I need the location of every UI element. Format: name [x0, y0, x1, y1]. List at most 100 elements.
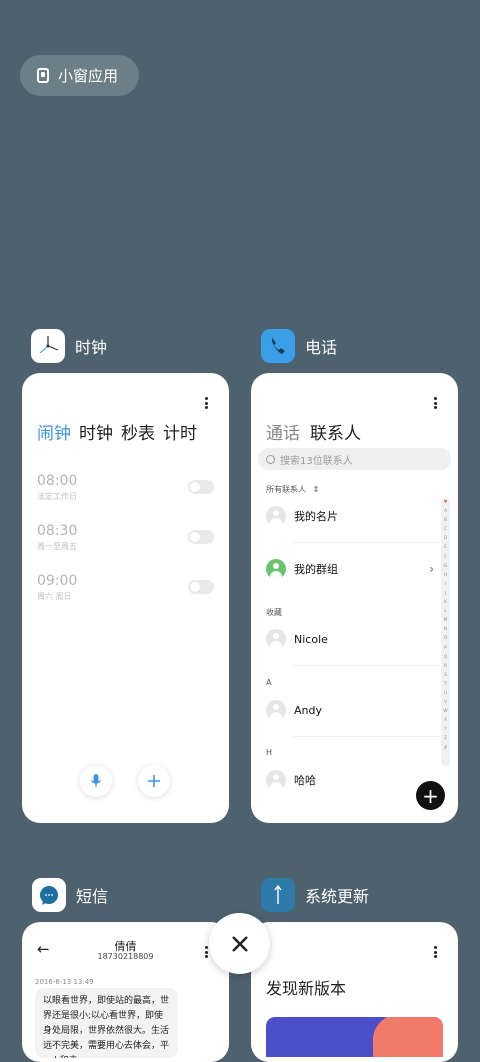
search-placeholder: 搜索13位联系人 [280, 455, 353, 467]
index-letter[interactable]: V [441, 698, 450, 707]
divider [294, 736, 440, 737]
tab-calls[interactable]: 通话 [266, 419, 300, 444]
index-letter[interactable]: Y [441, 725, 450, 734]
contact-row[interactable]: 哈哈 [266, 770, 316, 790]
alarm-toggle[interactable] [188, 480, 214, 494]
section-favorites: 收藏 [266, 608, 282, 617]
my-groups-label: 我的群组 [294, 563, 338, 576]
index-letter[interactable]: P [441, 644, 450, 653]
index-letter[interactable]: F [441, 553, 450, 562]
contact-row[interactable]: Nicole [266, 629, 328, 649]
sms-app-header[interactable]: 短信 [32, 878, 108, 912]
clock-app-name: 时钟 [75, 338, 108, 357]
avatar [266, 770, 286, 790]
my-card-label: 我的名片 [294, 510, 338, 523]
index-letter[interactable]: G [441, 562, 450, 571]
floating-window-label: 小窗应用 [58, 67, 119, 85]
contact-name: Andy [294, 703, 322, 717]
floating-window-button[interactable]: 小窗应用 [20, 55, 139, 96]
phone-app-icon [261, 329, 295, 363]
index-letter[interactable]: M [441, 616, 450, 625]
index-letter[interactable]: D [441, 534, 450, 543]
index-letter[interactable]: U [441, 689, 450, 698]
section-all-contacts[interactable]: 所有联系人 ⇕ [266, 484, 319, 495]
index-letter[interactable]: I [441, 580, 450, 589]
index-letter[interactable]: T [441, 680, 450, 689]
my-card-row[interactable]: 我的名片 [266, 506, 338, 526]
update-title: 发现新版本 [266, 979, 347, 998]
index-letter[interactable]: A [441, 507, 450, 516]
sms-app-icon [32, 878, 66, 912]
clock-app-header[interactable]: 时钟 [31, 329, 107, 363]
sms-app-card[interactable]: ← 倩倩 18730218809 2016-6-13 13:49 以眼看世界，即… [22, 922, 229, 1062]
update-app-name: 系统更新 [305, 887, 370, 906]
my-groups-row[interactable]: 我的群组 › [266, 559, 434, 579]
contact-search-input[interactable]: 搜索13位联系人 [258, 448, 451, 470]
more-icon[interactable] [434, 397, 437, 411]
index-letter[interactable]: # [441, 744, 450, 753]
clear-all-button[interactable] [209, 913, 270, 974]
update-app-card[interactable]: 发现新版本 [251, 922, 458, 1062]
index-letter[interactable]: Z [441, 734, 450, 743]
index-letter[interactable]: R [441, 662, 450, 671]
avatar [266, 629, 286, 649]
update-banner-image [266, 1017, 443, 1057]
microphone-icon [90, 774, 102, 787]
add-alarm-button[interactable] [138, 765, 170, 797]
section-a: A [266, 678, 272, 687]
index-letter[interactable]: B [441, 516, 450, 525]
index-letter[interactable]: S [441, 671, 450, 680]
message-date: 2016-6-13 13:49 [35, 978, 94, 986]
sms-contact-number: 18730218809 [97, 952, 154, 961]
tab-stopwatch[interactable]: 秒表 [121, 419, 155, 444]
divider [294, 665, 440, 666]
phone-app-name: 电话 [305, 338, 338, 357]
clock-app-card[interactable]: 闹钟 时钟 秒表 计时 08:00 法定工作日 08:30 周一至周五 09:0… [22, 373, 229, 823]
index-letter[interactable]: K [441, 598, 450, 607]
index-letter[interactable]: X [441, 716, 450, 725]
index-letter[interactable]: C [441, 525, 450, 534]
system-update-icon [261, 878, 295, 912]
sms-app-name: 短信 [76, 887, 109, 906]
contact-name: 哈哈 [294, 774, 316, 787]
search-icon [266, 454, 275, 464]
index-letter[interactable]: O [441, 634, 450, 643]
group-icon [266, 559, 286, 579]
contact-row[interactable]: Andy [266, 700, 322, 720]
avatar [266, 700, 286, 720]
add-contact-button[interactable]: + [416, 781, 445, 810]
alphabet-index[interactable]: ♥ A B C D E F G H I J K L M N O P Q R S T U V W X Y Z # [441, 498, 450, 766]
clock-app-icon [31, 329, 65, 363]
update-app-header[interactable]: 系统更新 [261, 878, 369, 912]
index-letter[interactable]: ♥ [441, 498, 450, 507]
alarm-toggle[interactable] [188, 530, 214, 544]
plus-icon: + [422, 783, 439, 808]
index-letter[interactable]: J [441, 589, 450, 598]
index-letter[interactable]: W [441, 707, 450, 716]
plus-icon [148, 775, 160, 787]
index-letter[interactable]: Q [441, 653, 450, 662]
tab-alarm[interactable]: 闹钟 [37, 419, 71, 444]
index-letter[interactable]: H [441, 571, 450, 580]
phone-app-header[interactable]: 电话 [261, 329, 337, 363]
index-letter[interactable]: L [441, 607, 450, 616]
sort-icon: ⇕ [312, 485, 320, 494]
voice-alarm-button[interactable] [80, 765, 112, 797]
avatar [266, 506, 286, 526]
more-icon[interactable] [205, 946, 208, 960]
section-h: H [266, 748, 273, 757]
phone-app-card[interactable]: 通话 联系人 搜索13位联系人 所有联系人 ⇕ 我的名片 我的群组 › 收藏 N… [251, 373, 458, 823]
more-icon[interactable] [205, 397, 208, 411]
more-icon[interactable] [434, 946, 437, 960]
tab-timer[interactable]: 计时 [163, 419, 197, 444]
tab-clock[interactable]: 时钟 [79, 419, 113, 444]
contact-name: Nicole [294, 632, 328, 646]
floating-window-icon [37, 68, 49, 83]
index-letter[interactable]: N [441, 625, 450, 634]
close-icon [231, 935, 248, 952]
alarm-toggle[interactable] [188, 580, 214, 594]
divider [294, 542, 440, 543]
index-letter[interactable]: E [441, 543, 450, 552]
message-bubble[interactable]: 以眼看世界，即使站的最高，世界还是很小;以心看世界，即使身处局限，世界依然很大。… [35, 988, 178, 1058]
tab-contacts[interactable]: 联系人 [310, 419, 361, 444]
